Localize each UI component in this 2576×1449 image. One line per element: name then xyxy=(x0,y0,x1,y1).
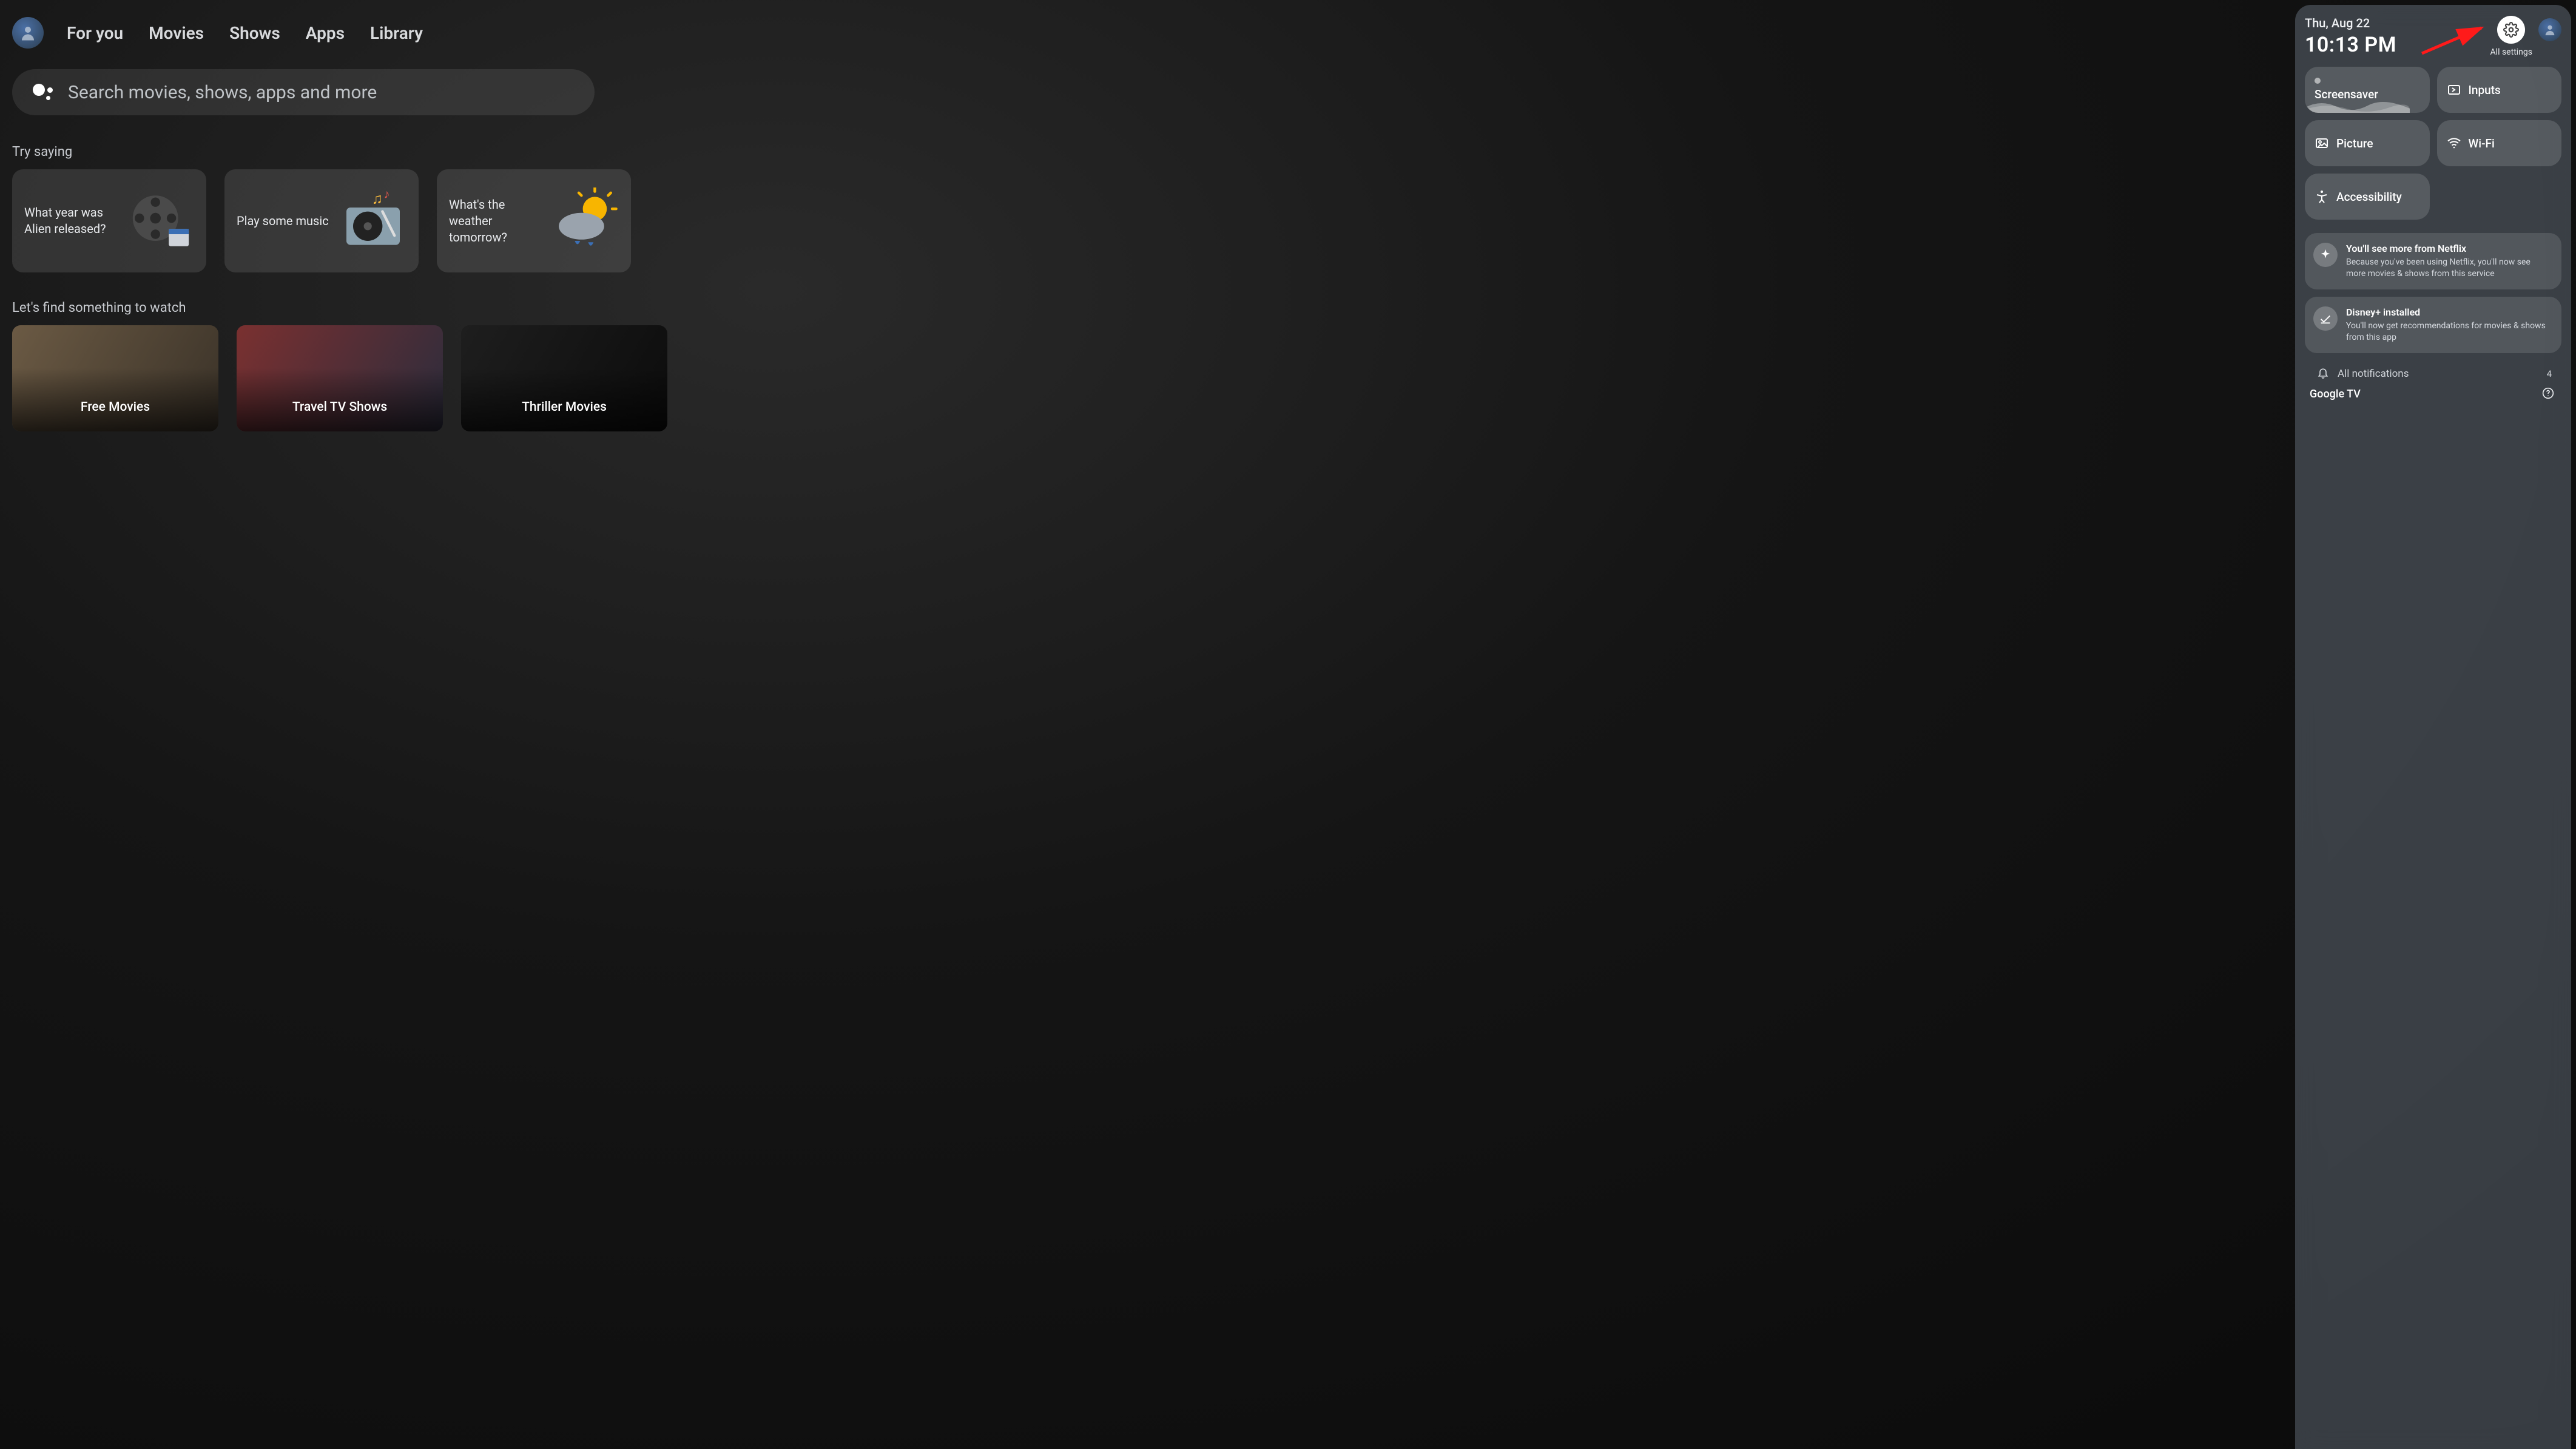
nav-tabs: For you Movies Shows Apps Library xyxy=(67,23,423,43)
tile-label: Accessibility xyxy=(2336,190,2402,204)
tab-movies[interactable]: Movies xyxy=(149,23,204,43)
try-saying-title: Try saying xyxy=(12,144,2557,160)
profile-avatar[interactable] xyxy=(12,17,44,49)
notification-body: You'll now get recommendations for movie… xyxy=(2346,320,2552,343)
watch-card-travel-tv[interactable]: Travel TV Shows xyxy=(237,325,443,431)
notification-count: 4 xyxy=(2547,368,2552,379)
watch-card-free-movies[interactable]: Free Movies xyxy=(12,325,218,431)
accessibility-icon xyxy=(2315,189,2329,204)
person-icon xyxy=(19,24,37,42)
quick-tiles: Screensaver Inputs Picture Wi-Fi xyxy=(2305,67,2561,220)
watch-card-label: Free Movies xyxy=(81,400,150,414)
try-card-music[interactable]: Play some music ♫ ♪ xyxy=(224,169,419,272)
time-label: 10:13 PM xyxy=(2305,33,2396,57)
brand-label: Google TV xyxy=(2310,388,2361,400)
watch-title: Let's find something to watch xyxy=(12,300,2557,316)
try-card-weather[interactable]: What's the weather tomorrow? xyxy=(437,169,631,272)
watch-card-label: Thriller Movies xyxy=(522,400,607,414)
all-notifications-button[interactable]: All notifications 4 xyxy=(2305,360,2561,383)
all-notifications-label: All notifications xyxy=(2338,368,2538,380)
panel-profile-avatar[interactable] xyxy=(2538,18,2561,41)
wifi-icon xyxy=(2447,136,2461,150)
assistant-icon xyxy=(33,81,55,103)
svg-text:♫: ♫ xyxy=(372,190,383,207)
notification-disney[interactable]: Disney+ installed You'll now get recomme… xyxy=(2305,297,2561,353)
wave-icon xyxy=(2305,97,2410,113)
home-screen: For you Movies Shows Apps Library Search… xyxy=(0,0,2576,1449)
notification-netflix[interactable]: You'll see more from Netflix Because you… xyxy=(2305,233,2561,289)
svg-text:♪: ♪ xyxy=(384,187,390,201)
watch-card-label: Travel TV Shows xyxy=(292,400,387,414)
datetime: Thu, Aug 22 10:13 PM xyxy=(2305,16,2396,57)
watch-row: Free Movies Travel TV Shows Thriller Mov… xyxy=(12,325,2557,431)
all-settings-label: All settings xyxy=(2490,47,2532,57)
status-dot-icon xyxy=(2315,78,2321,84)
help-icon xyxy=(2542,387,2554,399)
tab-for-you[interactable]: For you xyxy=(67,23,123,43)
person-icon xyxy=(2543,23,2557,36)
try-card-text: What's the weather tomorrow? xyxy=(449,197,544,246)
notification-body: Because you've been using Netflix, you'l… xyxy=(2346,257,2552,280)
tab-library[interactable]: Library xyxy=(370,23,423,43)
all-settings-button[interactable]: All settings xyxy=(2490,16,2532,57)
panel-header: Thu, Aug 22 10:13 PM All settings xyxy=(2305,16,2561,57)
sparkle-icon xyxy=(2313,243,2338,267)
notification-title: You'll see more from Netflix xyxy=(2346,243,2552,254)
film-reel-icon xyxy=(127,187,194,254)
input-icon xyxy=(2447,83,2461,97)
tile-wifi[interactable]: Wi-Fi xyxy=(2437,120,2562,166)
weather-icon xyxy=(552,187,619,254)
bell-icon xyxy=(2317,366,2329,381)
tile-inputs[interactable]: Inputs xyxy=(2437,67,2562,113)
picture-icon xyxy=(2315,136,2329,150)
tile-screensaver[interactable]: Screensaver xyxy=(2305,67,2430,113)
try-card-text: Play some music xyxy=(237,213,331,229)
top-nav: For you Movies Shows Apps Library xyxy=(12,17,2557,49)
panel-footer: Google TV xyxy=(2305,383,2561,408)
try-card-alien[interactable]: What year was Alien released? xyxy=(12,169,206,272)
search-bar[interactable]: Search movies, shows, apps and more xyxy=(12,69,595,115)
tile-picture[interactable]: Picture xyxy=(2305,120,2430,166)
tile-label: Picture xyxy=(2336,137,2373,150)
quick-settings-panel: Thu, Aug 22 10:13 PM All settings Screen… xyxy=(2295,5,2571,1449)
turntable-icon: ♫ ♪ xyxy=(340,187,406,254)
search-placeholder: Search movies, shows, apps and more xyxy=(68,82,377,103)
tab-shows[interactable]: Shows xyxy=(229,23,280,43)
help-button[interactable] xyxy=(2542,387,2554,402)
tile-label: Inputs xyxy=(2469,83,2501,97)
try-saying-row: What year was Alien released? Play some … xyxy=(12,169,2557,272)
notification-title: Disney+ installed xyxy=(2346,306,2552,318)
gear-icon xyxy=(2497,16,2525,44)
tab-apps[interactable]: Apps xyxy=(306,23,345,43)
date-label: Thu, Aug 22 xyxy=(2305,16,2396,30)
tile-accessibility[interactable]: Accessibility xyxy=(2305,174,2430,220)
watch-card-thriller[interactable]: Thriller Movies xyxy=(461,325,667,431)
tile-label: Wi-Fi xyxy=(2469,137,2495,150)
check-icon xyxy=(2313,306,2338,331)
try-card-text: What year was Alien released? xyxy=(24,204,119,237)
